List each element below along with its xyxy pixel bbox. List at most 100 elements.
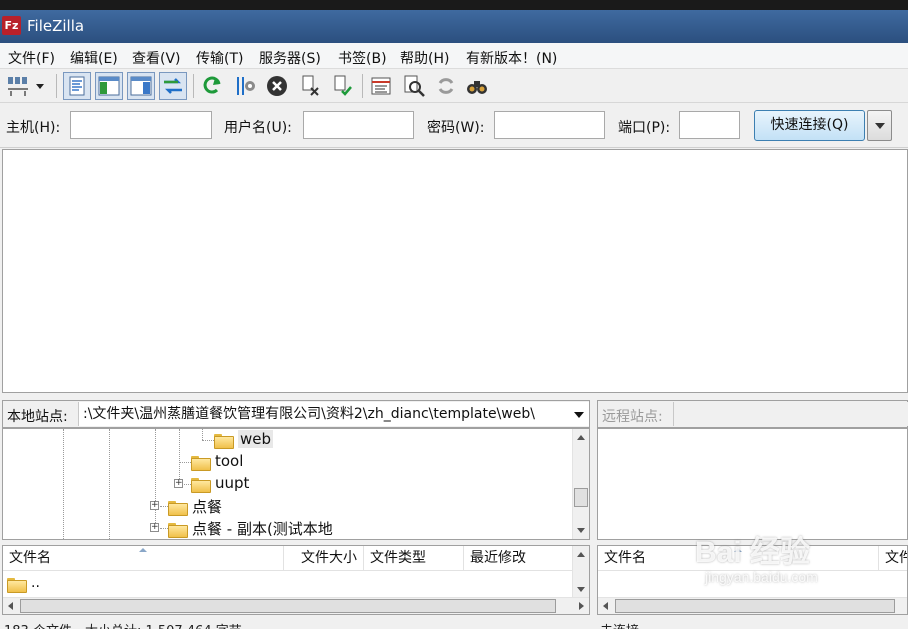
scroll-right-icon[interactable] xyxy=(579,602,584,610)
local-directory-tree[interactable]: web tool + uupt + 点餐 + 点餐 - 副本(测试本地 xyxy=(2,428,590,540)
file-list-horizontal-scrollbar[interactable] xyxy=(3,597,589,614)
disconnect-icon[interactable] xyxy=(296,72,324,100)
remote-tree-icon[interactable] xyxy=(127,72,155,100)
column-header-filetype[interactable]: 文件类型 xyxy=(364,546,464,571)
remote-file-list[interactable]: 文件名 文件 xyxy=(597,545,908,615)
username-input[interactable] xyxy=(303,111,414,139)
tree-vertical-scrollbar[interactable] xyxy=(572,429,589,539)
scroll-down-icon[interactable] xyxy=(577,587,585,592)
dropdown-caret-icon[interactable] xyxy=(31,72,49,100)
tree-node-label: 点餐 xyxy=(192,498,223,516)
tree-node-uupt[interactable]: uupt xyxy=(191,474,250,493)
tree-guide-line xyxy=(179,462,191,463)
scroll-left-icon[interactable] xyxy=(8,602,13,610)
quickconnect-history-dropdown[interactable] xyxy=(867,110,892,141)
local-file-list-header: 文件名 文件大小 文件类型 最近修改 xyxy=(3,546,589,571)
local-tree-icon[interactable] xyxy=(95,72,123,100)
process-queue-icon[interactable] xyxy=(231,72,259,100)
title-bar: Fz FileZilla xyxy=(0,10,908,43)
menu-bookmarks[interactable]: 书签(B) xyxy=(338,48,387,68)
site-manager-icon[interactable] xyxy=(4,72,32,100)
folder-icon xyxy=(7,576,27,593)
quickconnect-button[interactable]: 快速连接(Q) xyxy=(754,110,865,141)
sort-ascending-icon xyxy=(734,548,742,552)
menu-new-version[interactable]: 有新版本！(N) xyxy=(466,48,557,68)
column-header-modified[interactable]: 最近修改 xyxy=(464,546,574,571)
menu-edit[interactable]: 编辑(E) xyxy=(70,48,118,68)
tree-guide-line xyxy=(63,429,64,539)
tree-guide-line xyxy=(160,528,168,529)
transfer-queue-icon[interactable] xyxy=(159,72,187,100)
password-input[interactable] xyxy=(494,111,605,139)
remote-horizontal-scrollbar[interactable] xyxy=(598,597,907,614)
remote-status-text: 未连接 xyxy=(600,620,639,629)
tree-guide-line xyxy=(184,484,191,485)
tree-node-diancan-copy[interactable]: 点餐 - 副本(测试本地 xyxy=(168,518,333,539)
port-input[interactable] xyxy=(679,111,740,139)
remote-path-combobox[interactable] xyxy=(673,402,908,426)
tree-node-label: tool xyxy=(215,452,244,470)
file-row-name: .. xyxy=(31,575,40,591)
scroll-down-icon[interactable] xyxy=(577,528,585,533)
chevron-down-icon[interactable] xyxy=(574,412,584,418)
column-header-filesize[interactable]: 文件大小 xyxy=(284,546,364,571)
scroll-left-icon[interactable] xyxy=(603,602,608,610)
tree-node-web[interactable]: web xyxy=(214,430,274,449)
scroll-thumb[interactable] xyxy=(615,599,895,613)
file-row-parent[interactable]: .. xyxy=(3,572,40,594)
column-header-filesize[interactable]: 文件 xyxy=(879,546,907,571)
menu-bar: 文件(F) 编辑(E) 查看(V) 传输(T) 服务器(S) 书签(B) 帮助(… xyxy=(0,43,908,69)
toolbar-separator xyxy=(193,74,194,98)
local-path-text: :\文件夹\温州蒸膳道餐饮管理有限公司\资料2\zh_dianc\templat… xyxy=(83,406,535,422)
tree-guide-line xyxy=(202,440,214,441)
local-file-list[interactable]: 文件名 文件大小 文件类型 最近修改 .. xyxy=(2,545,590,615)
scroll-up-icon[interactable] xyxy=(577,435,585,440)
directory-listing-filters-icon[interactable] xyxy=(367,72,395,100)
directory-comparison-icon[interactable] xyxy=(463,72,491,100)
top-edge-strip xyxy=(0,0,908,10)
toolbar xyxy=(0,69,908,103)
folder-icon xyxy=(214,432,234,449)
tree-expand-icon[interactable]: + xyxy=(174,479,183,488)
tree-expand-icon[interactable]: + xyxy=(150,501,159,510)
tree-node-label: web xyxy=(238,430,274,448)
tree-node-diancan[interactable]: 点餐 xyxy=(168,496,222,517)
host-label: 主机(H): xyxy=(6,120,61,136)
folder-icon xyxy=(191,476,211,493)
menu-file[interactable]: 文件(F) xyxy=(8,48,55,68)
port-label: 端口(P): xyxy=(618,120,671,136)
toolbar-separator xyxy=(362,74,363,98)
scroll-thumb[interactable] xyxy=(574,488,588,507)
local-path-combobox[interactable]: :\文件夹\温州蒸膳道餐饮管理有限公司\资料2\zh_dianc\templat… xyxy=(78,402,589,426)
tree-node-tool[interactable]: tool xyxy=(191,452,244,471)
search-remote-icon[interactable] xyxy=(400,72,428,100)
local-status-text: 183 个文件，大小总计: 1,507,464 字节 xyxy=(4,620,242,629)
menu-view[interactable]: 查看(V) xyxy=(132,48,181,68)
menu-transfer[interactable]: 传输(T) xyxy=(196,48,243,68)
remote-directory-tree[interactable] xyxy=(597,428,908,540)
menu-server[interactable]: 服务器(S) xyxy=(259,48,321,68)
local-site-label: 本地站点: xyxy=(7,409,68,425)
tree-guide-line xyxy=(202,429,203,440)
scroll-up-icon[interactable] xyxy=(577,552,585,557)
sync-browsing-icon[interactable] xyxy=(432,72,460,100)
tree-guide-line xyxy=(160,506,168,507)
message-log-icon[interactable] xyxy=(63,72,91,100)
username-label: 用户名(U): xyxy=(224,120,292,136)
tree-node-label: uupt xyxy=(215,474,250,492)
cancel-icon[interactable] xyxy=(263,72,291,100)
file-list-vertical-scrollbar[interactable] xyxy=(572,546,589,598)
toolbar-separator xyxy=(56,74,57,98)
host-input[interactable] xyxy=(70,111,212,139)
folder-icon xyxy=(168,521,188,538)
menu-help[interactable]: 帮助(H) xyxy=(400,48,449,68)
tree-expand-icon[interactable]: + xyxy=(150,523,159,532)
reconnect-icon[interactable] xyxy=(328,72,356,100)
message-log-pane[interactable] xyxy=(2,149,908,393)
password-label: 密码(W): xyxy=(427,120,485,136)
local-site-bar: 本地站点: :\文件夹\温州蒸膳道餐饮管理有限公司\资料2\zh_dianc\t… xyxy=(2,400,590,428)
filezilla-logo-icon: Fz xyxy=(2,16,21,35)
refresh-icon[interactable] xyxy=(198,72,226,100)
tree-guide-line xyxy=(109,429,110,539)
scroll-thumb[interactable] xyxy=(20,599,556,613)
